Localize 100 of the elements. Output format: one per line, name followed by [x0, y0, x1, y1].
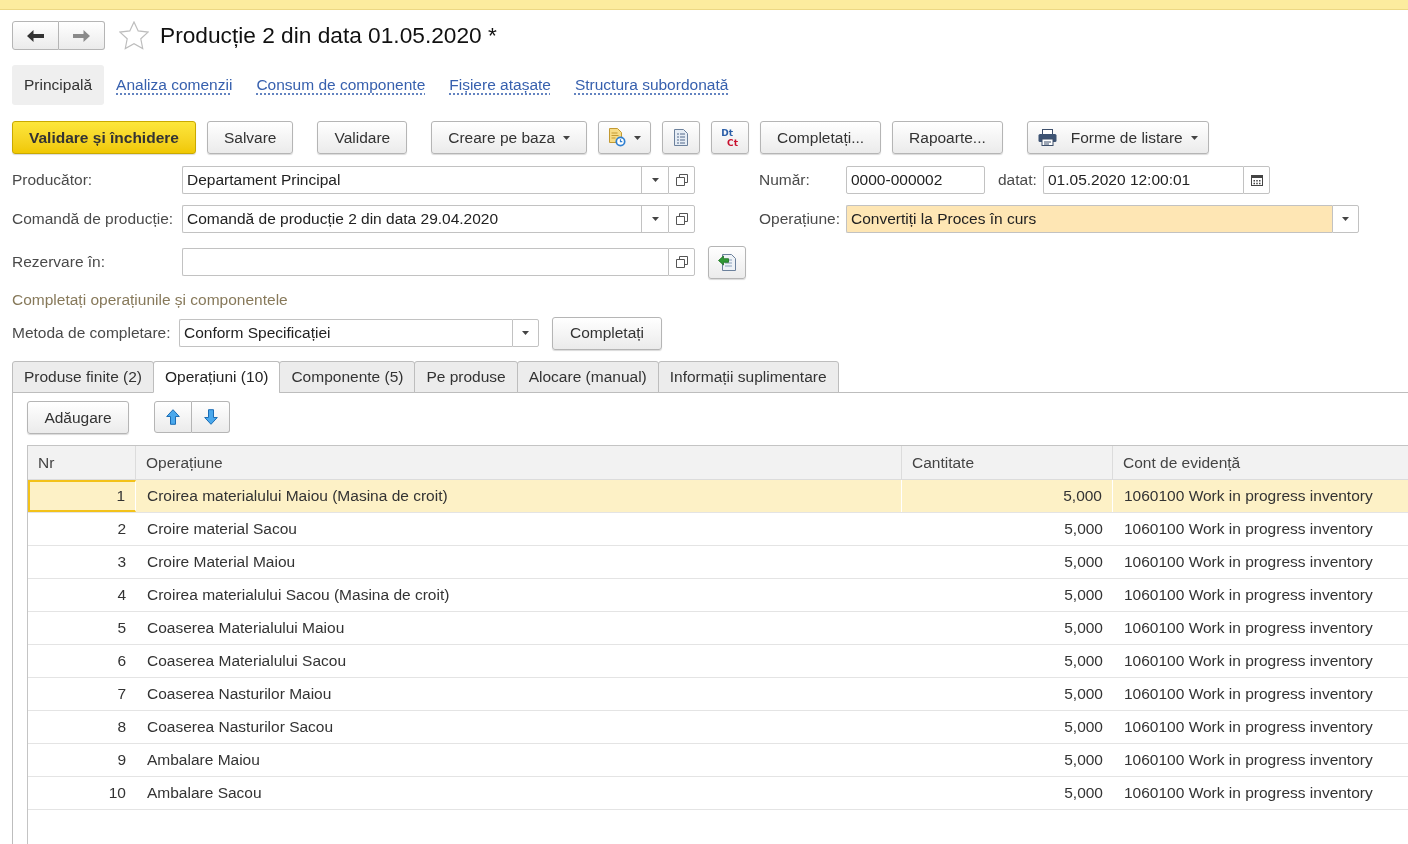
- open-window-icon: [675, 256, 688, 268]
- calendar-icon: [1250, 174, 1263, 186]
- toolbar-button[interactable]: Completați...: [760, 121, 882, 154]
- table-cell-text: 5,000: [1063, 618, 1104, 639]
- table-cell-text: 1060100 Work in progress inventory: [1123, 684, 1374, 705]
- tab[interactable]: Componente (5): [279, 361, 416, 393]
- table-cell-text: 1060100 Work in progress inventory: [1123, 651, 1374, 672]
- table-cell-text: 5,000: [1063, 585, 1104, 606]
- move-down-button[interactable]: [192, 401, 230, 433]
- table-cell-text: 6: [116, 651, 127, 672]
- field-label: Operațiune:: [759, 209, 841, 230]
- section-title: Completați operațiunile și componentele: [12, 291, 288, 309]
- toolbar-button[interactable]: Salvare: [206, 121, 294, 154]
- table-cell-text: 5,000: [1063, 684, 1104, 705]
- table-cell-text: 1060100 Work in progress inventory: [1123, 519, 1374, 540]
- caret-icon: [1190, 135, 1198, 140]
- table-cell-text: 1060100 Work in progress inventory: [1123, 783, 1374, 804]
- text-field[interactable]: [182, 248, 668, 276]
- nav-link[interactable]: Consum de componente: [244, 65, 438, 105]
- table-cell-text: 3: [116, 552, 127, 573]
- column-header[interactable]: Nr: [28, 446, 136, 479]
- field-label: Producător:: [12, 170, 94, 191]
- table-cell-text: Coaserea Nasturilor Maiou: [146, 684, 333, 705]
- tab[interactable]: Pe produse: [414, 361, 518, 393]
- back-button[interactable]: [12, 21, 59, 50]
- field-label: datat:: [998, 170, 1038, 191]
- table-cell-text: 5,000: [1063, 750, 1104, 771]
- table-cell: 1: [28, 480, 136, 512]
- caret-icon: [522, 331, 529, 335]
- toolbar-button[interactable]: Validare: [317, 121, 408, 154]
- table-cell-text: 5,000: [1063, 717, 1104, 738]
- table-cell-text: 1060100 Work in progress inventory: [1123, 618, 1374, 639]
- table-cell-text: Croire material Sacou: [146, 519, 298, 540]
- dropdown-field[interactable]: Convertiți la Proces în curs: [846, 205, 1332, 233]
- dropdown-field[interactable]: Comandă de producție 2 din data 29.04.2020: [182, 205, 641, 233]
- open-window-icon: [675, 213, 688, 225]
- toolbar-button[interactable]: Validare și închidere: [12, 121, 196, 154]
- action-button[interactable]: [708, 245, 746, 279]
- toolbar-button[interactable]: Rapoarte...: [892, 121, 1003, 154]
- printer-icon: [1037, 129, 1057, 146]
- nav-tab[interactable]: Principală: [12, 65, 105, 105]
- table-cell-text: Coaserea Materialului Sacou: [146, 651, 348, 672]
- text-field[interactable]: 0000-000002: [846, 166, 985, 194]
- dropdown-field[interactable]: Departament Principal: [182, 166, 641, 194]
- window-title: Producție 2 din data 01.05.2020 *: [160, 24, 497, 47]
- caret-icon: [1342, 217, 1349, 221]
- nav-link[interactable]: Fișiere atașate: [437, 65, 563, 105]
- table-cell-text: 1060100 Work in progress inventory: [1123, 585, 1374, 606]
- move-up-button[interactable]: [154, 401, 192, 433]
- star-icon[interactable]: [119, 21, 149, 50]
- field-label: Comandă de producție:: [12, 209, 175, 230]
- tab[interactable]: Alocare (manual): [516, 361, 659, 393]
- date-field[interactable]: 01.05.2020 12:00:01: [1043, 166, 1243, 194]
- nav-link[interactable]: Structura subordonată: [562, 65, 741, 105]
- caret-icon: [634, 135, 642, 140]
- dropdown-button[interactable]: [512, 319, 539, 347]
- table-cell-text: 8: [116, 717, 127, 738]
- dropdown-button[interactable]: [1332, 205, 1359, 233]
- table-cell-text: 1060100 Work in progress inventory: [1123, 750, 1374, 771]
- document-button[interactable]: [662, 121, 701, 154]
- table-row[interactable]: 1 Croirea materialului Maiou (Masina de croit) 5,000 1060100 Work in progress inventory: [28, 480, 1408, 513]
- nav-link[interactable]: Analiza comenzii: [104, 65, 245, 105]
- calendar-button[interactable]: [1243, 166, 1270, 194]
- table-cell-text: 4: [116, 585, 127, 606]
- caret-icon: [651, 178, 659, 182]
- tab[interactable]: Operațiuni (10): [153, 361, 281, 393]
- fill-button[interactable]: Completați: [552, 316, 662, 350]
- caret-icon: [651, 217, 659, 221]
- add-button[interactable]: Adăugare: [27, 401, 129, 434]
- field-label: Rezervare în:: [12, 252, 107, 273]
- menu-button[interactable]: Forme de listare: [1026, 121, 1209, 154]
- arrow-down-icon: [203, 409, 218, 425]
- menu-button[interactable]: Creare pe baza: [431, 121, 588, 154]
- open-button[interactable]: [668, 205, 695, 233]
- document-arrow-icon: [718, 253, 736, 271]
- dropdown-field[interactable]: Conform Specificației: [179, 319, 512, 347]
- arrow-up-icon: [166, 409, 180, 425]
- open-button[interactable]: [668, 166, 695, 194]
- menu-button[interactable]: [598, 121, 652, 154]
- table-cell-text: 5,000: [1063, 783, 1104, 804]
- tab[interactable]: Produse finite (2): [12, 361, 155, 393]
- table-cell-text: Coaserea Materialului Maiou: [146, 618, 346, 639]
- column-header[interactable]: Operațiune: [136, 446, 902, 479]
- table-cell-text: 5: [116, 618, 127, 639]
- tab[interactable]: Informații suplimentare: [657, 361, 839, 393]
- table-cell-text: Ambalare Sacou: [146, 783, 263, 804]
- arrow-left-icon: [27, 29, 44, 42]
- table-cell-text: Ambalare Maiou: [146, 750, 261, 771]
- open-window-icon: [675, 174, 688, 186]
- caret-icon: [563, 135, 571, 140]
- table-cell-text: 5,000: [1063, 519, 1104, 540]
- table-cell-text: 5,000: [1063, 552, 1104, 573]
- table-cell-text: 1060100 Work in progress inventory: [1123, 486, 1374, 507]
- document-lines-icon: [674, 129, 689, 146]
- debit-credit-button[interactable]: Dt Ct: [711, 121, 750, 154]
- column-header[interactable]: Cont de evidență: [1113, 446, 1408, 479]
- table-cell-text: 7: [116, 684, 127, 705]
- open-button[interactable]: [668, 248, 695, 276]
- column-header[interactable]: Cantitate: [902, 446, 1113, 479]
- table-cell-text: Coaserea Nasturilor Sacou: [146, 717, 335, 738]
